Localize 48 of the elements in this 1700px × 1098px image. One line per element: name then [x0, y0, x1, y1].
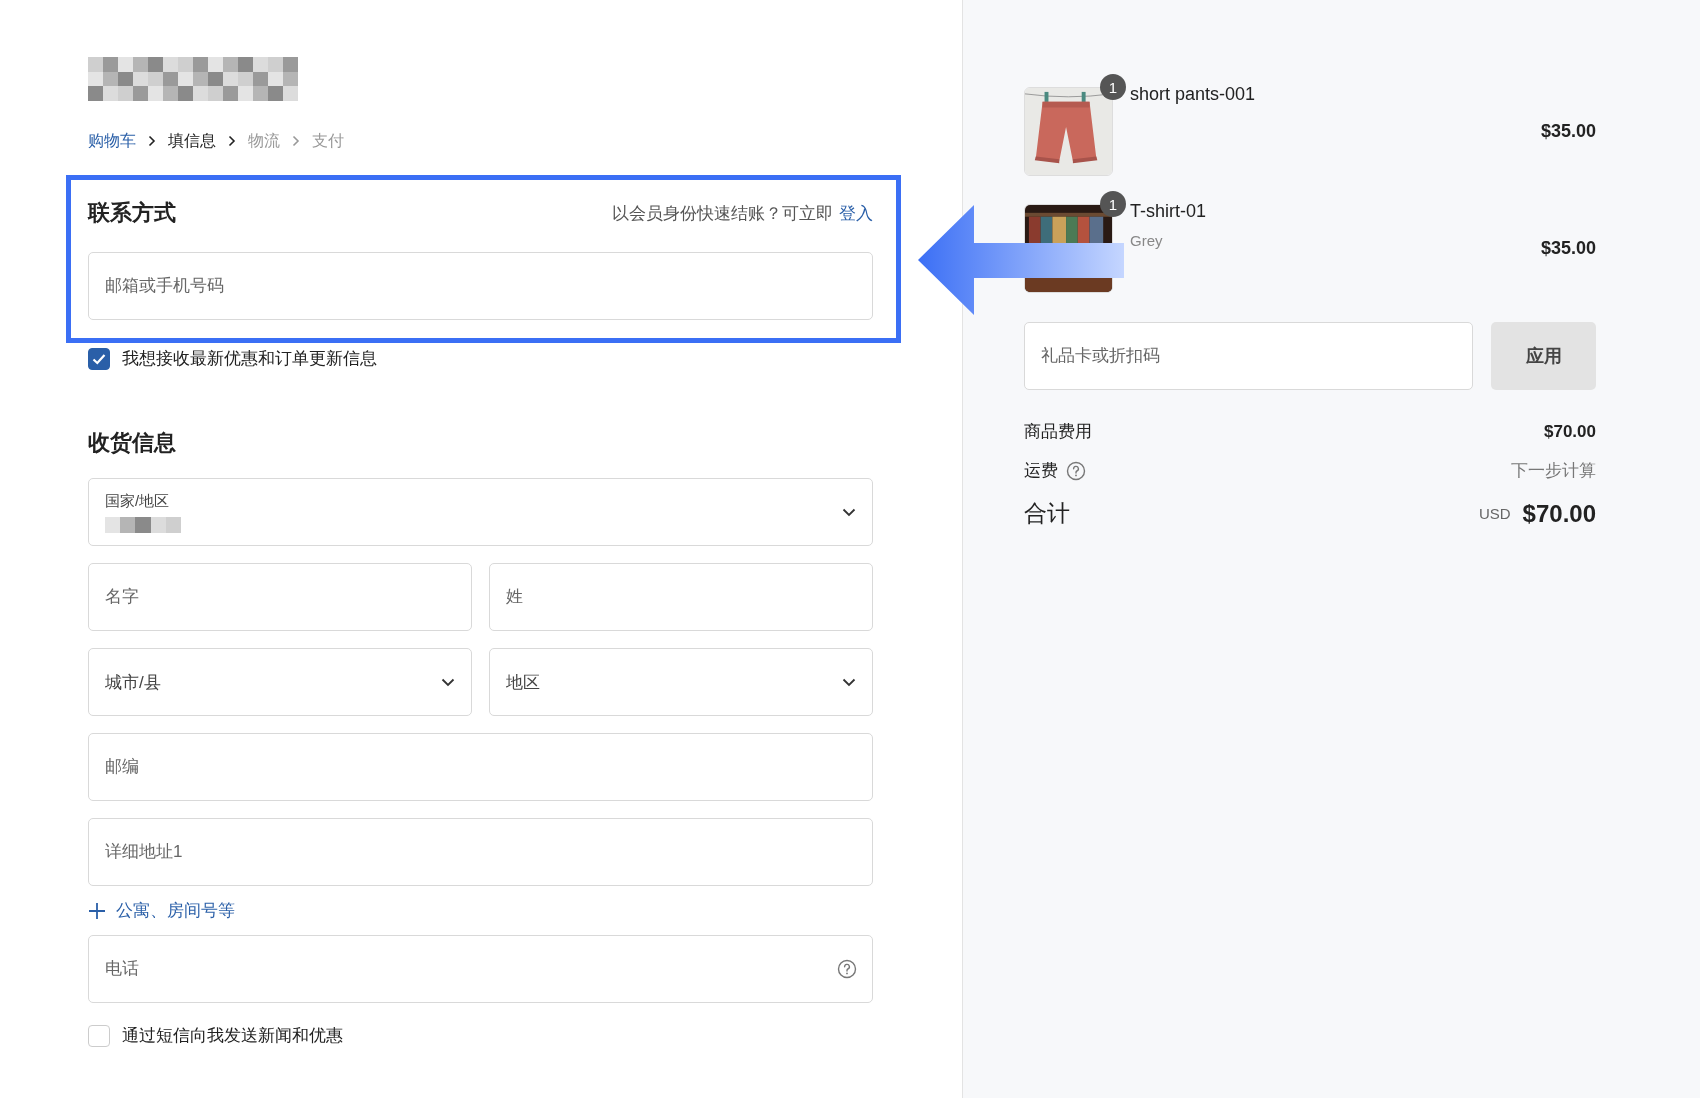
section-title: 收货信息	[88, 429, 177, 457]
chevron-right-icon	[148, 135, 156, 147]
total-value: $70.00	[1522, 499, 1596, 528]
chevron-down-icon	[441, 677, 455, 687]
text-field[interactable]: 邮编	[88, 733, 873, 801]
breadcrumb-item: 物流	[248, 130, 280, 151]
chevron-down-icon	[842, 677, 856, 687]
product-name: T-shirt-01	[1130, 201, 1208, 222]
summary-label: 商品费用	[1024, 421, 1092, 443]
apply-button[interactable]: 应用	[1491, 322, 1596, 390]
text-field[interactable]: 详细地址1	[88, 818, 873, 886]
quantity-badge: 1	[1100, 74, 1126, 100]
country-select[interactable]: 国家/地区	[88, 478, 873, 546]
total-label: 合计	[1024, 499, 1070, 528]
help-icon[interactable]	[1066, 460, 1086, 481]
summary-value: 下一步计算	[1511, 460, 1596, 482]
summary-value: $70.00	[1544, 421, 1596, 442]
check-icon	[92, 352, 106, 365]
text-field[interactable]: 名字	[88, 563, 472, 631]
product-price: $35.00	[1540, 121, 1596, 142]
product-variant: Grey	[1130, 232, 1164, 249]
checkbox-label: 我想接收最新优惠和订单更新信息	[122, 348, 377, 370]
select-field[interactable]: 地区	[489, 648, 873, 716]
help-icon[interactable]	[837, 959, 857, 979]
email-field[interactable]: 邮箱或手机号码	[88, 252, 873, 320]
breadcrumb-item: 支付	[312, 130, 344, 151]
quantity-badge: 1	[1100, 191, 1126, 217]
chevron-right-icon	[292, 135, 300, 147]
discount-code-field[interactable]: 礼品卡或折扣码	[1024, 322, 1473, 390]
product-price: $35.00	[1540, 238, 1596, 259]
breadcrumb-item: 填信息	[168, 130, 216, 151]
chevron-down-icon	[842, 507, 856, 517]
chevron-right-icon	[228, 135, 236, 147]
plus-icon[interactable]	[88, 901, 106, 920]
login-prompt: 以会员身份快速结账？可立即	[612, 203, 833, 223]
login-link[interactable]: 登入	[839, 203, 873, 223]
breadcrumb-item[interactable]: 购物车	[88, 130, 136, 152]
section-title: 联系方式	[88, 199, 176, 227]
checkbox-label: 通过短信向我发送新闻和优惠	[122, 1025, 343, 1047]
currency-code: USD	[1478, 505, 1511, 522]
field-label: 国家/地区	[105, 491, 171, 511]
product-name: short pants-001	[1130, 84, 1257, 105]
select-field[interactable]: 城市/县	[88, 648, 472, 716]
checkbox[interactable]	[88, 347, 110, 370]
summary-label: 运费	[1024, 460, 1058, 482]
text-field[interactable]: 姓	[489, 563, 873, 631]
phone-field[interactable]: 电话	[88, 935, 873, 1003]
add-address-line-link[interactable]: 公寓、房间号等	[116, 899, 235, 922]
